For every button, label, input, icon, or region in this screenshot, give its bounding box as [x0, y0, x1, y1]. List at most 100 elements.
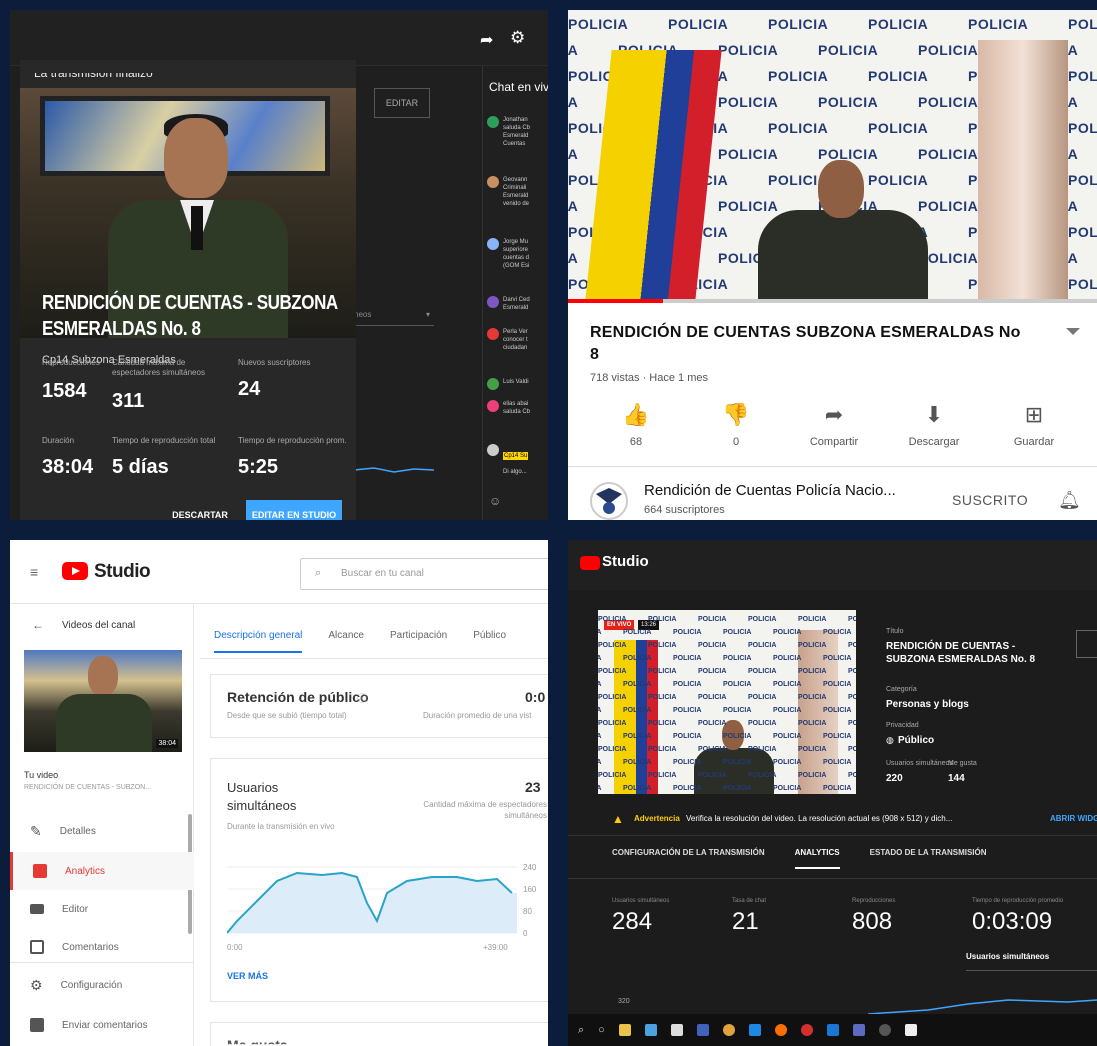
- sidebar-item-label: Detalles: [59, 825, 96, 837]
- stat-label-watch-total: Tiempo de reproducción total: [112, 436, 216, 445]
- channel-name[interactable]: Rendición de Cuentas Policía Nacio...: [644, 482, 896, 499]
- sidebar-item-details[interactable]: ✎ Detalles: [10, 812, 194, 850]
- app-icon[interactable]: [644, 1024, 657, 1036]
- tab-analytics[interactable]: ANALYTICS: [794, 848, 840, 869]
- backdrop-wordmark: POLICIA: [723, 785, 752, 792]
- chat-input-row[interactable]: Cp14 Su Di algo...: [487, 444, 543, 476]
- edit-in-studio-button[interactable]: EDITAR EN STUDIO: [246, 500, 342, 520]
- settings-app-icon[interactable]: [696, 1024, 709, 1036]
- y-tick: 80: [523, 907, 532, 916]
- edit-button[interactable]: [1076, 630, 1097, 658]
- backdrop-wordmark: POLICIA: [598, 733, 602, 740]
- backdrop-wordmark: POLICIA: [918, 198, 979, 214]
- top-bar: ➦ ⚙: [10, 10, 548, 66]
- gear-icon: ⚙: [30, 976, 43, 993]
- see-more-link[interactable]: VER MÁS: [227, 971, 268, 981]
- progress-bar[interactable]: [568, 299, 1097, 303]
- backdrop-wordmark: POLICIA: [723, 733, 752, 740]
- open-widget-link[interactable]: ABRIR WIDG: [1050, 814, 1097, 823]
- backdrop-wordmark: POLICIA: [598, 694, 627, 701]
- search-icon[interactable]: ⌕: [578, 1024, 584, 1037]
- tab-reach[interactable]: Alcance: [328, 630, 364, 653]
- edge-icon[interactable]: [826, 1024, 839, 1036]
- gear-icon[interactable]: ⚙: [510, 28, 525, 48]
- edit-button[interactable]: EDITAR: [374, 88, 430, 118]
- backdrop-wordmark: POLICIA: [598, 785, 602, 792]
- search-placeholder: Buscar en tu canal: [341, 568, 424, 579]
- tab-audience[interactable]: Público: [473, 630, 506, 653]
- concurrent-label: Usuarios simultáneos: [886, 760, 953, 767]
- video-thumbnail[interactable]: 38:04: [24, 650, 182, 752]
- tab-overview[interactable]: Descripción general: [214, 630, 303, 653]
- camera-icon[interactable]: [904, 1024, 917, 1036]
- opera-icon[interactable]: [800, 1024, 813, 1036]
- pencil-icon: ✎: [30, 822, 42, 839]
- info-icon[interactable]: ⓘ: [357, 690, 367, 705]
- tab-stream-health[interactable]: ESTADO DE LA TRANSMISIÓN: [870, 848, 987, 869]
- bell-icon[interactable]: 🔔︎: [1058, 490, 1081, 511]
- tab-engagement[interactable]: Participación: [390, 630, 447, 653]
- like-button[interactable]: 👍 68: [596, 400, 676, 448]
- tab-stream-settings[interactable]: CONFIGURACIÓN DE LA TRANSMISIÓN: [612, 848, 765, 869]
- backdrop-wordmark: POLICIA: [623, 759, 652, 766]
- windows-taskbar: ⌕ ○: [568, 1014, 1097, 1046]
- sidebar-item-comments[interactable]: Comentarios: [10, 928, 194, 966]
- channel-avatar[interactable]: [590, 482, 628, 520]
- sidebar-item-analytics[interactable]: Analytics: [10, 852, 194, 890]
- subscribed-button[interactable]: SUSCRITO: [952, 492, 1028, 508]
- video-player[interactable]: POLICIA POLICIA POLICIA POLICIA POLICIA POLIC…: [568, 10, 1097, 302]
- avatar: [487, 328, 499, 340]
- divider: [200, 658, 548, 659]
- video-title: RENDICIÓN DE CUENTAS - SUBZONA ESMERALDA…: [42, 292, 338, 340]
- calculator-icon[interactable]: [670, 1024, 683, 1036]
- back-arrow-icon[interactable]: ←: [32, 618, 44, 632]
- search-input[interactable]: ⌕ Buscar en tu canal: [300, 558, 548, 590]
- expand-chevron-icon[interactable]: [1066, 328, 1080, 335]
- range-dropdown[interactable]: neos ▾: [354, 300, 434, 326]
- concurrent-subtitle: Durante la transmisión en vivo: [227, 822, 335, 831]
- app-icon[interactable]: [852, 1024, 865, 1036]
- share-icon[interactable]: ➦: [480, 30, 493, 50]
- dislike-button[interactable]: 👎 0: [696, 400, 776, 448]
- file-explorer-icon[interactable]: [618, 1024, 631, 1036]
- dashboard-tabs: CONFIGURACIÓN DE LA TRANSMISIÓN ANALYTIC…: [612, 848, 987, 869]
- menu-icon[interactable]: ≡: [30, 564, 38, 580]
- sidebar-item-editor[interactable]: Editor: [10, 890, 194, 928]
- chat-message: Jonathan saluda Cb Esmerald Cuentas: [487, 116, 543, 148]
- firefox-icon[interactable]: [774, 1024, 787, 1036]
- discard-button[interactable]: DESCARTAR: [160, 500, 240, 520]
- backdrop-wordmark: POLICIA: [823, 733, 852, 740]
- backdrop-wordmark: POLICIA: [623, 629, 652, 636]
- youtube-logo-icon[interactable]: [62, 562, 88, 580]
- chat-message: Jorge Mu superiore cuentas d (GOM Esi: [487, 238, 543, 270]
- metric-label-concurrent: Usuarios simultáneos: [612, 898, 670, 904]
- youtube-logo-icon[interactable]: [580, 556, 600, 570]
- video-title: RENDICIÓN DE CUENTAS SUBZONA ESMERALDAS …: [590, 324, 1021, 363]
- backdrop-wordmark: POLICIA: [718, 94, 779, 110]
- stat-label-duration: Duración: [42, 436, 75, 445]
- warning-label: Advertencia: [634, 814, 680, 823]
- back-to-videos-link[interactable]: Videos del canal: [62, 620, 135, 631]
- chrome-icon[interactable]: [722, 1024, 735, 1036]
- emoji-icon[interactable]: ☺: [489, 494, 501, 508]
- live-preview[interactable]: EN VIVO 13:26 POLICIA POLICIA POLICIA POLIC…: [598, 610, 856, 794]
- backdrop-wordmark: POLICIA: [848, 616, 856, 623]
- retention-subtitle: Desde que se subió (tiempo total): [227, 711, 347, 720]
- backdrop-wordmark: POLICIA: [848, 772, 856, 779]
- save-button[interactable]: ⊞ Guardar: [994, 400, 1074, 448]
- film-icon: [30, 904, 44, 914]
- download-button[interactable]: ⬇ Descargar: [894, 400, 974, 448]
- backdrop-wordmark: POLICIA: [673, 733, 702, 740]
- sidebar-item-feedback[interactable]: Enviar comentarios: [10, 1006, 194, 1044]
- task-view-icon[interactable]: ○: [598, 1024, 605, 1036]
- sidebar-item-label: Configuración: [60, 979, 123, 991]
- share-button[interactable]: ➦ Compartir: [794, 400, 874, 448]
- your-video-label: Tu video: [24, 770, 59, 780]
- search-icon: ⌕: [315, 567, 322, 579]
- app-icon[interactable]: [878, 1024, 891, 1036]
- chat-input[interactable]: Di algo...: [503, 468, 543, 476]
- sidebar-item-settings[interactable]: ⚙ Configuración: [10, 966, 194, 1004]
- app-icon[interactable]: [748, 1024, 761, 1036]
- backdrop-wordmark: POLICIA: [1068, 120, 1097, 136]
- backdrop-wordmark: POLICIA: [598, 629, 602, 636]
